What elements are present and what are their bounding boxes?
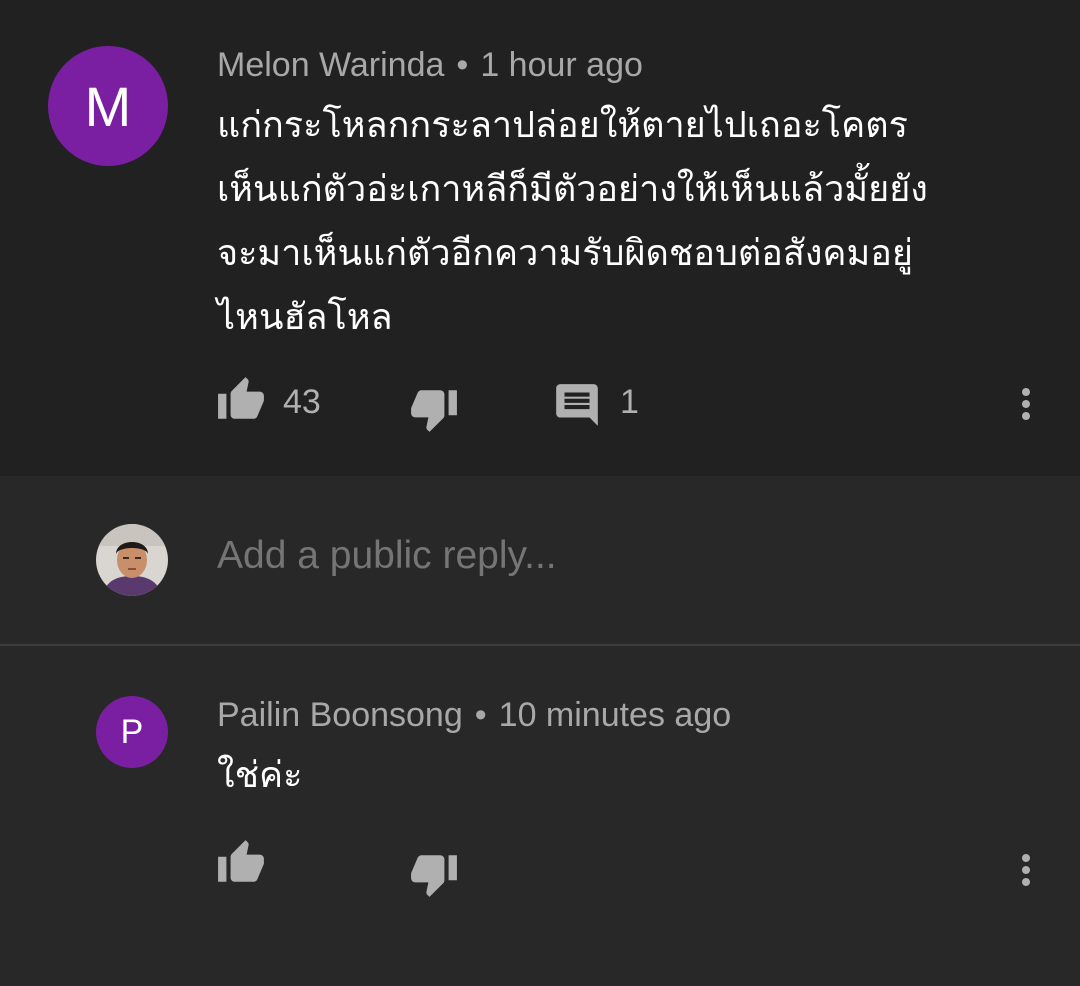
comment-body: ใช่ค่ะ	[217, 744, 302, 808]
comment-header: Melon Warinda • 1 hour ago	[217, 46, 643, 85]
thumb-up-icon[interactable]	[216, 375, 266, 425]
comment-icon[interactable]	[552, 380, 602, 430]
thumb-down-icon[interactable]	[409, 384, 459, 434]
comment-thread-parent: M Melon Warinda • 1 hour ago แก่กระโหลกกระ…	[0, 0, 1080, 476]
author-avatar[interactable]: P	[96, 696, 168, 768]
comment-line: จะมาเห็นแก่ตัวอีกความรับผิดชอบต่อสังคมอย…	[217, 233, 913, 274]
comment-line: เห็นแก่ตัวอ่ะเกาหลีก็มีตัวอย่างให้เห็นแล…	[217, 169, 928, 210]
header-separator: •	[474, 696, 487, 734]
header-separator: •	[456, 46, 469, 84]
thumb-up-icon[interactable]	[216, 838, 266, 888]
comment-reply: P Pailin Boonsong • 10 minutes ago ใช่ค่ะ	[0, 646, 1080, 986]
reply-input[interactable]	[217, 534, 1017, 578]
comment-line: แก่กระโหลกกระลาปล่อยให้ตายไปเถอะโคตร	[217, 105, 908, 146]
user-avatar[interactable]	[96, 524, 168, 596]
more-vert-icon[interactable]	[1002, 380, 1050, 428]
comment-time[interactable]: 1 hour ago	[480, 46, 643, 84]
comment-time[interactable]: 10 minutes ago	[499, 696, 732, 734]
reply-box	[0, 476, 1080, 644]
comment-line: ใช่ค่ะ	[217, 755, 303, 796]
author-name[interactable]: Pailin Boonsong	[217, 696, 463, 734]
avatar-letter: P	[120, 712, 144, 751]
author-avatar[interactable]: M	[48, 46, 168, 166]
comment-line: ไหนฮัลโหล	[217, 297, 393, 338]
thumb-down-icon[interactable]	[409, 849, 459, 899]
comment-body: แก่กระโหลกกระลาปล่อยให้ตายไปเถอะโคตร เห็…	[217, 94, 928, 350]
comment-header: Pailin Boonsong • 10 minutes ago	[217, 696, 731, 735]
avatar-letter: M	[84, 74, 132, 138]
author-name[interactable]: Melon Warinda	[217, 46, 444, 84]
reply-count: 1	[620, 383, 639, 421]
like-count: 43	[283, 383, 321, 421]
more-vert-icon[interactable]	[1002, 846, 1050, 894]
